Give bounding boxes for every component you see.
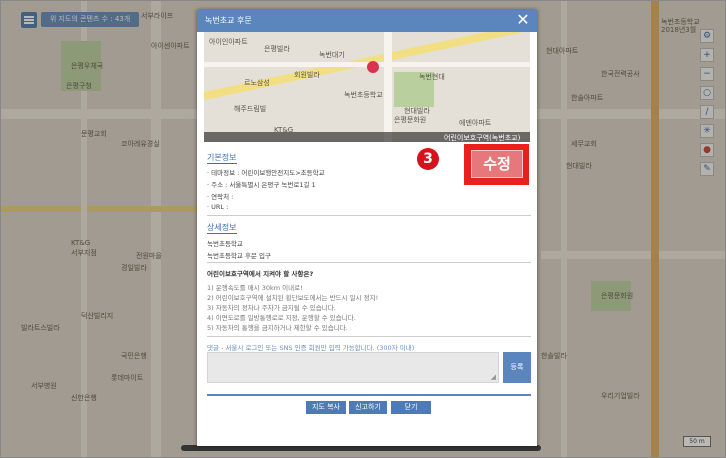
close-icon[interactable]: ✕ [515,12,531,28]
register-comment-button[interactable]: 등록 [503,352,531,383]
comment-input[interactable]: ◢ [207,352,499,383]
comment-note: 댓글 - 서울시 로그인 또는 SNS 인증 회원만 입력 가능합니다. (30… [207,344,415,352]
map-road [384,32,392,142]
step-badge: 3 [417,148,439,170]
thumb-caption-bar: 어린이보호구역(녹번초교) [204,132,530,142]
rule-item: 4) 이면도로를 일방통행로로 지정, 운행할 수 있습니다. [207,314,356,322]
modal-title: 녹번초교 후문 [205,16,252,25]
copy-map-button[interactable]: 지도 복사 [306,401,346,414]
thumb-label: 녹번현대 [419,73,445,81]
modal-header: 녹번초교 후문 ✕ [197,10,537,32]
thumb-label: 은평문화원 [394,116,427,124]
url-info: · URL : [207,203,229,211]
contact-info: · 연락처 : [207,193,234,201]
rule-item: 3) 자동차의 정차나 주차가 금지될 수 있습니다. [207,304,336,312]
thumb-label: 은평빌라 [264,45,290,53]
divider [207,215,531,216]
thumb-label: 녹번대기 [319,51,345,59]
thumb-caption: 어린이보호구역(녹번초교) [444,134,521,142]
section-underline [207,163,237,164]
address-info: · 주소 : 서울특별시 은평구 녹번로1길 1 [207,181,316,189]
edit-highlight-frame: 수정 [464,144,529,185]
basic-info-title: 기본정보 [207,153,237,162]
thumb-label: 해주드림빌 [234,105,267,113]
thumb-label: 아이인아파트 [209,38,248,46]
divider [207,336,531,337]
detail-info-title: 상세정보 [207,223,237,232]
resize-handle-icon[interactable]: ◢ [491,373,496,381]
thumb-label: 회원빌라 [294,71,320,79]
thumb-label: 르노삼성 [244,79,270,87]
edit-button[interactable]: 수정 [471,150,523,178]
section-underline [207,233,237,234]
divider [207,262,531,263]
footer-divider [207,394,531,396]
rules-question: 어린이보호구역에서 지켜야 할 사항은? [207,270,314,278]
detail-name: 녹번초등학교 [207,240,243,248]
location-pin-icon [367,61,379,73]
rule-item: 5) 자동차의 통행을 금지하거나 제한할 수 있습니다. [207,324,348,332]
thumb-label: 녹번초등학교 [344,91,383,99]
report-button[interactable]: 신고하기 [349,401,387,414]
rule-item: 2) 어린이보호구역에 설치된 횡단보도에서는 반드시 일시 정지! [207,294,379,302]
location-map-thumbnail[interactable]: 아이인아파트 은평빌라 녹번대기 회원빌라 르노삼성 녹번초등학교 녹번현대 해… [204,32,530,142]
close-button[interactable]: 닫기 [391,401,431,414]
theme-info: · 테마정보 : 어린이보행안전지도>초등학교 [207,169,325,177]
rule-item: 1) 운행속도를 매시 30km 이내로! [207,284,303,292]
detail-description: 녹번초등학교 후문 입구 [207,252,271,260]
thumb-label: 에덴아파트 [459,119,492,127]
